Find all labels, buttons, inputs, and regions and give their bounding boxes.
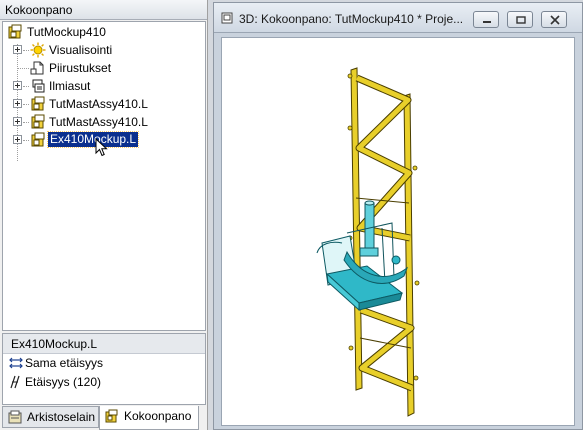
close-icon	[550, 15, 560, 25]
window-title-bar[interactable]: 3D: Kokoonpano: TutMockup410 * Proje...	[214, 3, 582, 33]
close-button[interactable]	[541, 11, 567, 28]
tab-label: Kokoonpano	[124, 409, 192, 423]
distance-icon	[10, 375, 20, 389]
tree-line	[18, 68, 29, 69]
property-label: Sama etäisyys	[25, 356, 104, 370]
minimize-icon	[483, 21, 491, 23]
property-equal-spacing[interactable]: Sama etäisyys	[3, 354, 205, 373]
3d-window: 3D: Kokoonpano: TutMockup410 * Proje...	[213, 2, 583, 430]
expand-button[interactable]	[13, 117, 22, 126]
assembly-icon	[8, 24, 22, 39]
tree-item-label: Visualisointi	[49, 43, 113, 57]
assembly-icon	[31, 114, 45, 129]
tree-root[interactable]: TutMockup410	[3, 23, 203, 41]
lightbulb-icon	[30, 42, 46, 58]
equal-spacing-icon	[9, 357, 23, 369]
assembly-icon	[31, 96, 45, 111]
tree-item-label: Piirustukset	[49, 61, 112, 75]
mast-model-drawing	[316, 67, 420, 417]
assembly-tree[interactable]: TutMockup410 Visualisointi Piirustukset …	[2, 21, 206, 331]
tree-item-label-selected: Ex410Mockup.L	[46, 131, 140, 148]
tree-item-label: TutMastAssy410.L	[49, 97, 148, 111]
expand-button[interactable]	[13, 45, 22, 54]
assembly-icon	[105, 409, 118, 423]
left-panel: Kokoonpano TutMockup410 Visualisointi Pi…	[0, 0, 208, 430]
tab-arkistoselain[interactable]: Arkistoselain	[2, 406, 99, 428]
expand-button[interactable]	[13, 99, 22, 108]
expand-button[interactable]	[13, 135, 22, 144]
panel-tabs: Arkistoselain Kokoonpano	[2, 406, 206, 430]
tree-item-label: Ilmiasut	[49, 79, 91, 93]
properties-title: Ex410Mockup.L	[3, 334, 205, 354]
tree-line	[23, 140, 29, 141]
properties-panel: Ex410Mockup.L Sama etäisyys Etäisyys (12…	[2, 333, 206, 405]
restore-icon	[516, 16, 526, 24]
tree-item-piirustukset[interactable]: Piirustukset	[3, 59, 203, 77]
restore-button[interactable]	[507, 11, 533, 28]
3d-viewport[interactable]	[221, 37, 575, 426]
tab-label: Arkistoselain	[27, 410, 96, 424]
tab-kokoonpano[interactable]: Kokoonpano	[99, 406, 199, 430]
property-distance[interactable]: Etäisyys (120)	[3, 373, 205, 392]
tree-item-tutmastassy-1[interactable]: TutMastAssy410.L	[3, 95, 203, 113]
minimize-button[interactable]	[473, 11, 499, 28]
tree-root-label: TutMockup410	[27, 25, 106, 39]
property-label: Etäisyys (120)	[25, 375, 102, 389]
tree-item-label: TutMastAssy410.L	[49, 115, 148, 129]
tree-line	[23, 86, 29, 87]
tree-line	[23, 104, 29, 105]
drawing-icon	[30, 61, 44, 75]
window-title: 3D: Kokoonpano: TutMockup410 * Proje...	[239, 12, 464, 26]
tree-line	[23, 50, 29, 51]
tree-line	[23, 122, 29, 123]
mouse-cursor-icon	[95, 138, 108, 157]
document-icon	[221, 12, 233, 24]
expand-button[interactable]	[13, 81, 22, 90]
layers-icon	[32, 79, 45, 93]
panel-header: Kokoonpano	[0, 0, 207, 20]
archive-icon	[8, 410, 22, 424]
tree-item-tutmastassy-2[interactable]: TutMastAssy410.L	[3, 113, 203, 131]
tree-item-visualisointi[interactable]: Visualisointi	[3, 41, 203, 59]
assembly-icon	[31, 132, 45, 147]
tree-item-ilmiasut[interactable]: Ilmiasut	[3, 77, 203, 95]
